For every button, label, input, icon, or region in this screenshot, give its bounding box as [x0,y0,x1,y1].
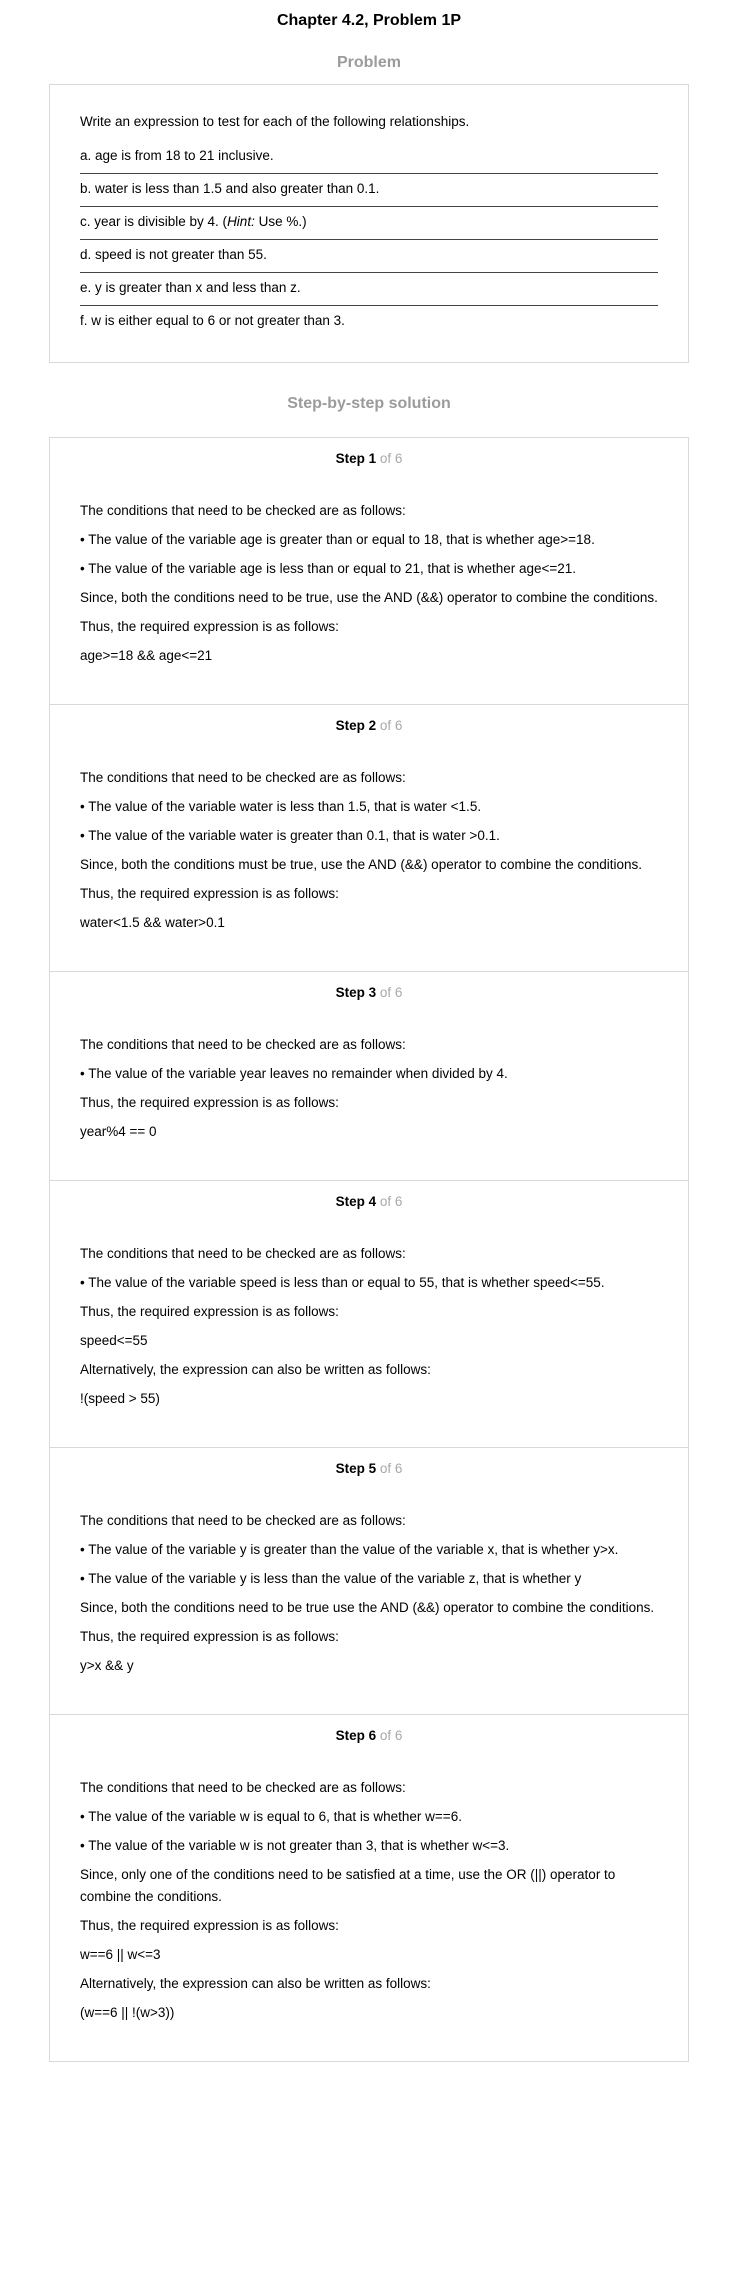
step-count: of 6 [379,985,403,1000]
step-header: Step 2 of 6 [80,717,658,735]
step-bullet: • The value of the variable w is equal t… [80,1809,462,1824]
step-count: of 6 [379,718,403,733]
step-label: Step 3 [335,985,377,1000]
step-header: Step 3 of 6 [80,984,658,1002]
step-label: Step 1 [335,451,377,466]
problem-part-c-hint: Use %.) [254,214,307,229]
step-expression: year%4 == 0 [80,1124,157,1139]
step-text: The conditions that need to be checked a… [80,1037,406,1052]
step-count: of 6 [379,1194,403,1209]
step-bullet: • The value of the variable age is great… [80,532,595,547]
step-count: of 6 [379,1728,403,1743]
step-label: Step 5 [335,1461,377,1476]
hint-label: Hint: [227,214,255,229]
step-bullet: • The value of the variable year leaves … [80,1066,508,1081]
problem-part-e: e. y is greater than x and less than z. [80,273,658,306]
problem-part-a: a. age is from 18 to 21 inclusive. [80,141,658,174]
step-label: Step 6 [335,1728,377,1743]
step-bullet: • The value of the variable water is les… [80,799,482,814]
problem-heading: Problem [336,54,401,71]
step-expression: (w==6 || !(w>3)) [80,2005,175,2020]
step-expression: age>=18 && age<=21 [80,648,213,663]
step-header: Step 6 of 6 [80,1727,658,1745]
step-text: Since, both the conditions need to be tr… [80,1600,655,1615]
problem-part-d: d. speed is not greater than 55. [80,240,658,273]
step-text: The conditions that need to be checked a… [80,1513,406,1528]
problem-box: Write an expression to test for each of … [49,84,689,363]
step-expression: speed<=55 [80,1333,148,1348]
step-4: Step 4 of 6 The conditions that need to … [50,1180,688,1447]
step-bullet: • The value of the variable speed is les… [80,1275,605,1290]
step-bullet: • The value of the variable water is gre… [80,828,500,843]
step-text: Thus, the required expression is as foll… [80,886,339,901]
step-6: Step 6 of 6 The conditions that need to … [50,1714,688,2061]
step-1: Step 1 of 6 The conditions that need to … [50,438,688,704]
step-text: Since, only one of the conditions need t… [80,1867,616,1904]
problem-part-b: b. water is less than 1.5 and also great… [80,174,658,207]
step-text: Alternatively, the expression can also b… [80,1976,431,1991]
step-expression: y>x && y [80,1658,134,1673]
step-3: Step 3 of 6 The conditions that need to … [50,971,688,1180]
step-label: Step 4 [335,1194,377,1209]
step-text: Thus, the required expression is as foll… [80,1629,339,1644]
step-expression: water<1.5 && water>0.1 [80,915,225,930]
step-text: Thus, the required expression is as foll… [80,1095,339,1110]
problem-part-c-text: c. year is divisible by 4. ( [80,214,228,229]
page: Chapter 4.2, Problem 1P Problem Write an… [0,0,738,2082]
step-text: The conditions that need to be checked a… [80,1780,406,1795]
step-text: Thus, the required expression is as foll… [80,619,339,634]
problem-part-f: f. w is either equal to 6 or not greater… [80,313,345,328]
solution-heading: Step-by-step solution [287,395,451,412]
steps-container: Step 1 of 6 The conditions that need to … [49,437,689,2062]
step-count: of 6 [379,451,403,466]
step-text: The conditions that need to be checked a… [80,1246,406,1261]
step-text: Thus, the required expression is as foll… [80,1918,339,1933]
step-5: Step 5 of 6 The conditions that need to … [50,1447,688,1714]
step-bullet: • The value of the variable age is less … [80,561,577,576]
step-header: Step 5 of 6 [80,1460,658,1478]
step-expression: w==6 || w<=3 [80,1947,161,1962]
step-header: Step 4 of 6 [80,1193,658,1211]
problem-intro: Write an expression to test for each of … [80,114,470,129]
step-text: Since, both the conditions must be true,… [80,857,643,872]
step-bullet: • The value of the variable y is less th… [80,1571,582,1586]
step-count: of 6 [379,1461,403,1476]
step-label: Step 2 [335,718,377,733]
step-text: The conditions that need to be checked a… [80,770,406,785]
step-text: Thus, the required expression is as foll… [80,1304,339,1319]
step-expression: !(speed > 55) [80,1391,160,1406]
step-text: Alternatively, the expression can also b… [80,1362,431,1377]
step-bullet: • The value of the variable y is greater… [80,1542,619,1557]
step-text: Since, both the conditions need to be tr… [80,590,658,605]
step-text: The conditions that need to be checked a… [80,503,406,518]
problem-part-c: c. year is divisible by 4. (Hint: Use %.… [80,207,658,240]
step-2: Step 2 of 6 The conditions that need to … [50,704,688,971]
chapter-title: Chapter 4.2, Problem 1P [276,12,462,29]
step-bullet: • The value of the variable w is not gre… [80,1838,510,1853]
step-header: Step 1 of 6 [80,450,658,468]
